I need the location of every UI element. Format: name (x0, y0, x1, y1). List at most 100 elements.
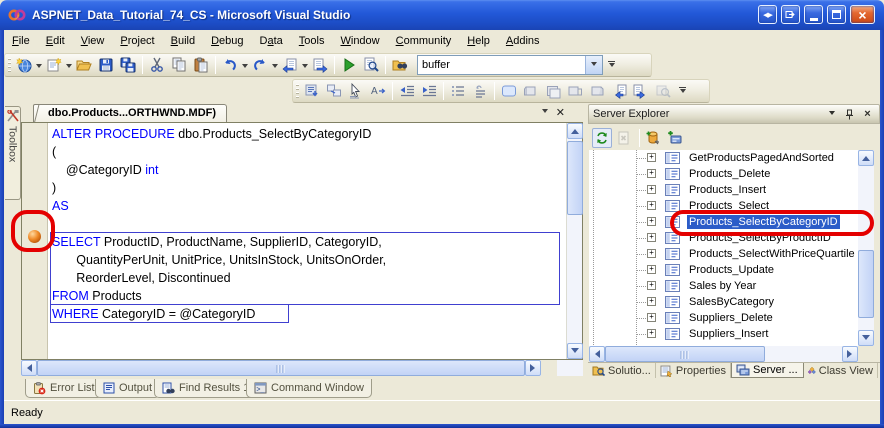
start-debugging-button[interactable] (338, 54, 360, 76)
expand-plus-icon[interactable]: + (647, 281, 656, 290)
tree-vertical-scrollbar[interactable] (858, 150, 874, 346)
toolbar-options-button[interactable] (677, 80, 688, 102)
expand-plus-icon[interactable]: + (647, 217, 656, 226)
save-all-button[interactable] (117, 54, 139, 76)
scroll-thumb[interactable] (37, 360, 525, 376)
editor-vertical-scrollbar[interactable] (566, 123, 582, 359)
undo-button[interactable] (219, 54, 241, 76)
detach-window-button[interactable] (781, 5, 800, 24)
menu-item[interactable]: Tools (291, 32, 333, 50)
menu-item[interactable]: Data (252, 32, 291, 50)
document-list-dropdown-button[interactable] (542, 107, 548, 120)
menu-item[interactable]: Help (459, 32, 498, 50)
scroll-down-button[interactable] (858, 330, 874, 346)
uncomment-lines-button[interactable] (469, 80, 491, 102)
generate-change-script-button[interactable] (301, 80, 323, 102)
next-page-button[interactable] (630, 80, 652, 102)
server-explorer-title-bar[interactable]: Server Explorer × (588, 104, 880, 124)
menu-item[interactable]: Build (163, 32, 203, 50)
maximize-button[interactable] (827, 5, 846, 24)
minimize-button[interactable] (804, 5, 823, 24)
expand-plus-icon[interactable]: + (647, 249, 656, 258)
scroll-thumb[interactable] (567, 141, 583, 215)
refresh-button[interactable] (592, 128, 612, 148)
expand-plus-icon[interactable]: + (647, 297, 656, 306)
tree-row[interactable]: + Products_Update (589, 262, 858, 278)
navigate-forward-button[interactable] (309, 54, 331, 76)
tab-server-explorer[interactable]: Server ... (731, 363, 804, 378)
close-button[interactable]: × (850, 5, 875, 24)
panel-close-button[interactable]: × (860, 107, 875, 121)
show-browse-pane-button[interactable] (586, 80, 608, 102)
tree-row[interactable]: + Products_Select (589, 198, 858, 214)
toolbox-tab[interactable]: Toolbox (5, 106, 21, 200)
expand-plus-icon[interactable]: + (647, 201, 656, 210)
expand-plus-icon[interactable]: + (647, 313, 656, 322)
expand-plus-icon[interactable]: + (647, 329, 656, 338)
menu-item[interactable]: Addins (498, 32, 548, 50)
tab-error-list[interactable]: Error List (25, 379, 103, 398)
scroll-up-button[interactable] (567, 123, 583, 139)
rename-button[interactable]: A (367, 80, 389, 102)
previous-page-button[interactable] (608, 80, 630, 102)
tree-row[interactable]: + Products_Delete (589, 166, 858, 182)
comment-lines-button[interactable] (447, 80, 469, 102)
navigate-backward-dropdown[interactable] (301, 54, 309, 76)
tree-row[interactable]: + Sales by Year (589, 278, 858, 294)
expand-plus-icon[interactable]: + (647, 265, 656, 274)
increase-indent-button[interactable] (418, 80, 440, 102)
scroll-left-button[interactable] (589, 346, 605, 362)
select-pointer-button[interactable] (345, 80, 367, 102)
tree-row[interactable]: + SalesByCategory (589, 294, 858, 310)
tree-row[interactable]: + Products_SelectByProductID (589, 230, 858, 246)
window-position-button[interactable] (824, 107, 839, 121)
undo-dropdown[interactable] (241, 54, 249, 76)
expand-plus-icon[interactable]: + (647, 153, 656, 162)
show-diagram-pane-button[interactable] (498, 80, 520, 102)
add-new-item-button[interactable] (43, 54, 65, 76)
expand-plus-icon[interactable]: + (647, 233, 656, 242)
redo-button[interactable] (249, 54, 271, 76)
toolbar-drag-handle[interactable] (8, 58, 11, 74)
tab-solution-explorer[interactable]: Solutio... (588, 363, 656, 378)
new-web-site-button[interactable] (13, 54, 35, 76)
connect-to-server-button[interactable] (665, 128, 685, 148)
menu-item[interactable]: Project (112, 32, 162, 50)
code-area[interactable]: ALTER PROCEDURE dbo.Products_SelectByCat… (48, 123, 566, 359)
tab-command-window[interactable]: >_ Command Window (246, 379, 372, 398)
document-close-button[interactable]: ✕ (556, 107, 565, 120)
find-in-files-button[interactable] (389, 54, 411, 76)
verify-sql-button[interactable] (652, 80, 674, 102)
scroll-thumb[interactable] (605, 346, 765, 362)
open-file-button[interactable] (73, 54, 95, 76)
tree-row[interactable]: + Products_SelectByCategoryID (589, 214, 858, 230)
scroll-right-button[interactable] (525, 360, 541, 376)
navigate-backward-button[interactable] (279, 54, 301, 76)
find-button[interactable] (360, 54, 382, 76)
editor-horizontal-scrollbar[interactable] (21, 360, 583, 376)
toolbar-drag-handle[interactable] (296, 84, 299, 100)
server-explorer-tree[interactable]: + GetProductsPagedAndSorted + Products_D… (589, 150, 858, 346)
tab-class-view[interactable]: Class View (804, 363, 878, 378)
menu-item[interactable]: Community (388, 32, 460, 50)
pan-arrows-button[interactable]: ◀▶ (758, 5, 777, 24)
menu-item[interactable]: Edit (38, 32, 73, 50)
scroll-thumb[interactable] (858, 250, 874, 318)
new-web-site-dropdown[interactable] (35, 54, 43, 76)
show-sql-pane-button[interactable] (542, 80, 564, 102)
document-tab[interactable]: dbo.Products...ORTHWND.MDF) (33, 104, 227, 122)
scroll-left-button[interactable] (21, 360, 37, 376)
toolbar-options-button[interactable] (606, 54, 617, 76)
expand-plus-icon[interactable]: + (647, 169, 656, 178)
show-results-pane-button[interactable] (564, 80, 586, 102)
show-criteria-pane-button[interactable] (520, 80, 542, 102)
scroll-right-button[interactable] (842, 346, 858, 362)
redo-dropdown[interactable] (271, 54, 279, 76)
save-button[interactable] (95, 54, 117, 76)
expand-plus-icon[interactable]: + (647, 185, 656, 194)
copy-button[interactable] (168, 54, 190, 76)
paste-button[interactable] (190, 54, 212, 76)
add-derived-table-button[interactable] (323, 80, 345, 102)
scroll-up-button[interactable] (858, 150, 874, 166)
menu-item[interactable]: Debug (203, 32, 251, 50)
